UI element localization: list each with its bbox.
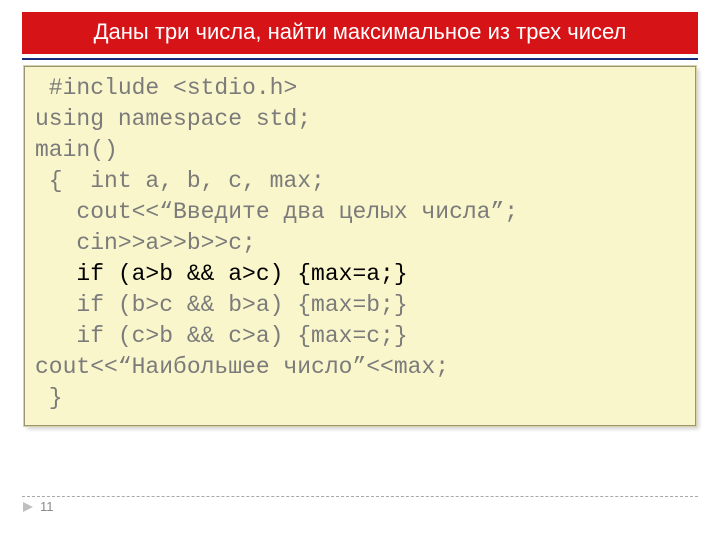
code-line: #include <stdio.h> [35, 73, 685, 104]
slide-title: Даны три числа, найти максимальное из тр… [22, 12, 698, 54]
footer: 11 [22, 496, 698, 514]
play-icon [22, 501, 34, 513]
code-line: if (b>c && b>a) {max=b;} [35, 290, 685, 321]
code-line: cout<<“Наибольшее число”<<max; [35, 352, 685, 383]
title-underline [22, 58, 698, 60]
code-block: #include <stdio.h> using namespace std; … [24, 66, 696, 426]
code-line: { int a, b, c, max; [35, 166, 685, 197]
slide: Даны три числа, найти максимальное из тр… [0, 0, 720, 540]
code-line: using namespace std; [35, 104, 685, 135]
code-line: if (a>b && a>c) {max=a;} [35, 259, 685, 290]
footer-content: 11 [22, 499, 698, 514]
code-line: cout<<“Введите два целых числа”; [35, 197, 685, 228]
code-line: if (c>b && c>a) {max=c;} [35, 321, 685, 352]
page-number: 11 [40, 499, 54, 514]
code-line: cin>>a>>b>>c; [35, 228, 685, 259]
footer-rule [22, 496, 698, 497]
code-line: } [35, 383, 685, 414]
code-line: main() [35, 135, 685, 166]
